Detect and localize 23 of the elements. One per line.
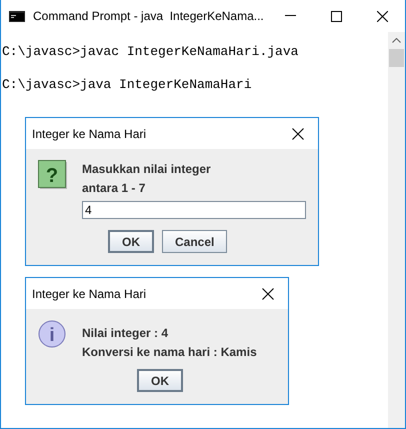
message-text: Masukkan nilai integer [82, 161, 212, 178]
question-icon: ? [38, 160, 68, 190]
dialog-button[interactable]: Cancel [162, 230, 228, 253]
minimize-icon [284, 15, 296, 17]
maximize-icon [330, 10, 342, 22]
close-icon [292, 128, 304, 140]
chevron-up-icon [392, 38, 401, 43]
dialog-button[interactable]: OK [137, 369, 183, 392]
info-icon: i [38, 320, 68, 350]
dialog-title: Integer ke Nama Hari [32, 126, 148, 140]
message-text: antara 1 - 7 [82, 180, 146, 197]
message-text: Konversi ke nama hari : Kamis [82, 344, 258, 361]
close-icon [376, 10, 388, 22]
close-icon [262, 288, 274, 300]
dialog-button[interactable]: OK [108, 230, 154, 253]
window-title: Command Prompt - java IntegerKeNama... [33, 9, 265, 23]
message-text: Nilai integer : 4 [82, 325, 170, 342]
scrollbar-thumb[interactable] [389, 49, 404, 67]
dialog-title: Integer ke Nama Hari [32, 286, 148, 300]
console-line: C:\javasc>javac IntegerKeNamaHari.java [2, 44, 300, 60]
input-field[interactable]: 4 [82, 201, 306, 219]
console-icon [9, 10, 25, 22]
console-line: C:\javasc>java IntegerKeNamaHari [2, 77, 253, 93]
